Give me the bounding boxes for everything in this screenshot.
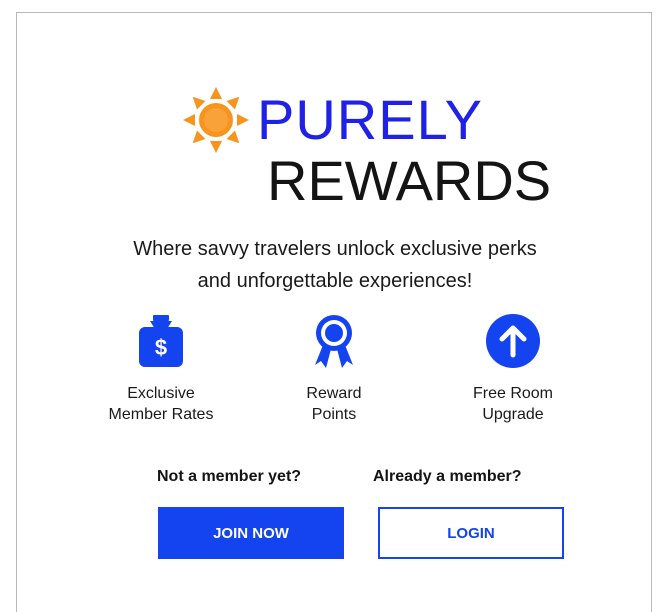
sun-icon <box>183 87 249 153</box>
login-question: Already a member? <box>373 468 522 485</box>
brand-name-top: PURELY <box>257 88 483 151</box>
tagline: Where savvy travelers unlock exclusive p… <box>17 233 653 297</box>
money-bag-icon: $ <box>139 315 183 367</box>
join-question: Not a member yet? <box>157 468 302 485</box>
feature-label-line-1: Reward <box>306 385 362 402</box>
feature-room-upgrade: Free Room Upgrade <box>433 313 593 425</box>
tagline-line-2: and unforgettable experiences! <box>197 270 473 292</box>
feature-label-line-1: Free Room <box>472 385 554 402</box>
feature-member-rates: $ Exclusive Member Rates <box>81 313 241 425</box>
brand-name-bottom: REWARDS <box>267 149 552 212</box>
login-button[interactable]: LOGIN <box>378 507 564 559</box>
brand-logo: PURELY <box>181 81 483 159</box>
award-ribbon-icon <box>315 315 353 368</box>
feature-reward-points: Reward Points <box>254 313 414 425</box>
feature-label-line-2: Upgrade <box>482 406 544 423</box>
join-now-button[interactable]: JOIN NOW <box>158 507 344 559</box>
feature-label-line-2: Member Rates <box>108 406 214 423</box>
svg-text:$: $ <box>155 335 167 360</box>
rewards-card: PURELY REWARDS Where savvy travelers unl… <box>16 12 652 612</box>
feature-label-line-1: Exclusive <box>127 385 195 402</box>
arrow-up-circle-icon <box>486 314 540 368</box>
feature-label-line-2: Points <box>311 406 357 423</box>
tagline-line-1: Where savvy travelers unlock exclusive p… <box>133 238 537 260</box>
